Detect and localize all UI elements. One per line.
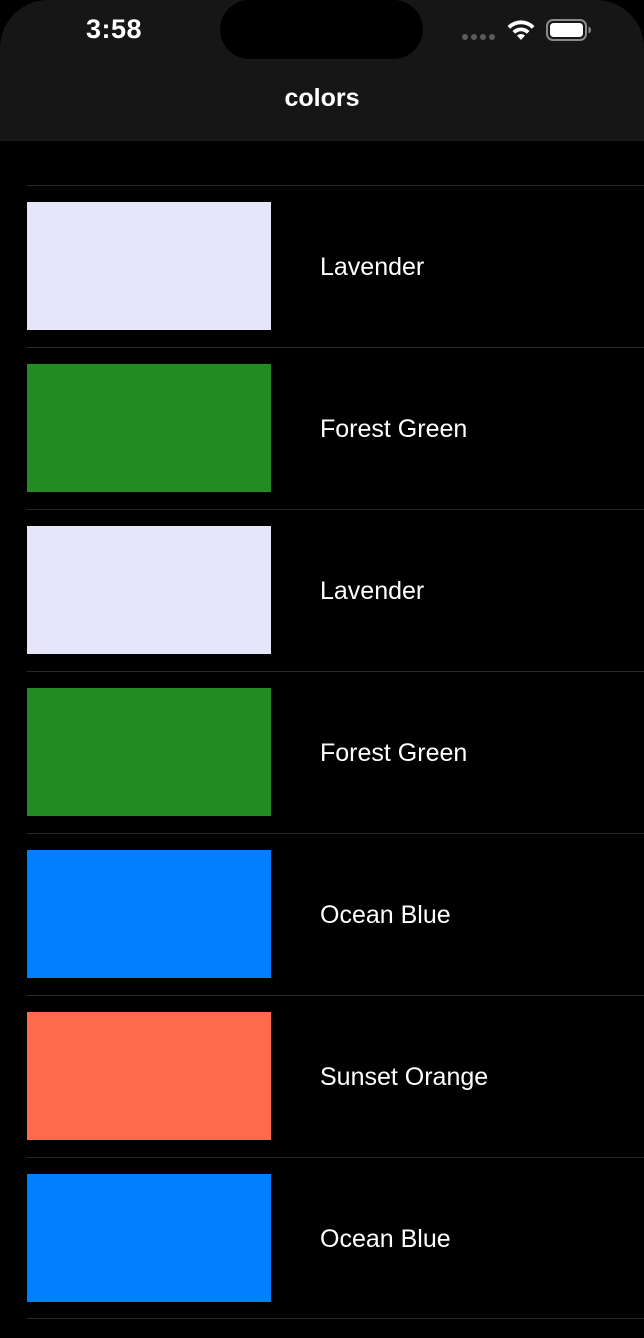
app-screen: 3:58 colors Lavender Forest Green Lavender… — [0, 0, 644, 1338]
status-time: 3:58 — [86, 14, 143, 44]
color-swatch — [27, 688, 271, 816]
dynamic-island — [220, 0, 423, 59]
navigation-header: 3:58 colors — [0, 0, 644, 141]
color-name-label: Ocean Blue — [320, 1225, 451, 1253]
list-item[interactable]: Ocean Blue — [27, 833, 644, 995]
color-name-label: Lavender — [320, 577, 425, 605]
list-item[interactable]: Sunset Orange — [27, 995, 644, 1157]
color-swatch — [27, 364, 271, 492]
list-item[interactable]: Lavender — [27, 185, 644, 347]
color-name-label: Lavender — [320, 253, 425, 281]
color-list: Lavender Forest Green Lavender Forest Green… — [27, 185, 644, 1319]
list-item[interactable]: Forest Green — [27, 347, 644, 509]
wifi-icon — [507, 20, 535, 40]
list-item[interactable]: Ocean Blue — [27, 1157, 644, 1319]
color-name-label: Ocean Blue — [320, 901, 451, 929]
color-swatch — [27, 1174, 271, 1302]
page-title: colors — [284, 84, 360, 112]
list-item[interactable]: Lavender — [27, 509, 644, 671]
list-item[interactable]: Forest Green — [27, 671, 644, 833]
color-swatch — [27, 1012, 271, 1140]
battery-icon — [546, 19, 591, 41]
color-name-label: Forest Green — [320, 415, 468, 443]
color-name-label: Sunset Orange — [320, 1063, 489, 1091]
signal-dots-icon — [462, 34, 496, 40]
color-swatch — [27, 202, 271, 330]
color-name-label: Forest Green — [320, 739, 468, 767]
color-swatch — [27, 850, 271, 978]
color-swatch — [27, 526, 271, 654]
